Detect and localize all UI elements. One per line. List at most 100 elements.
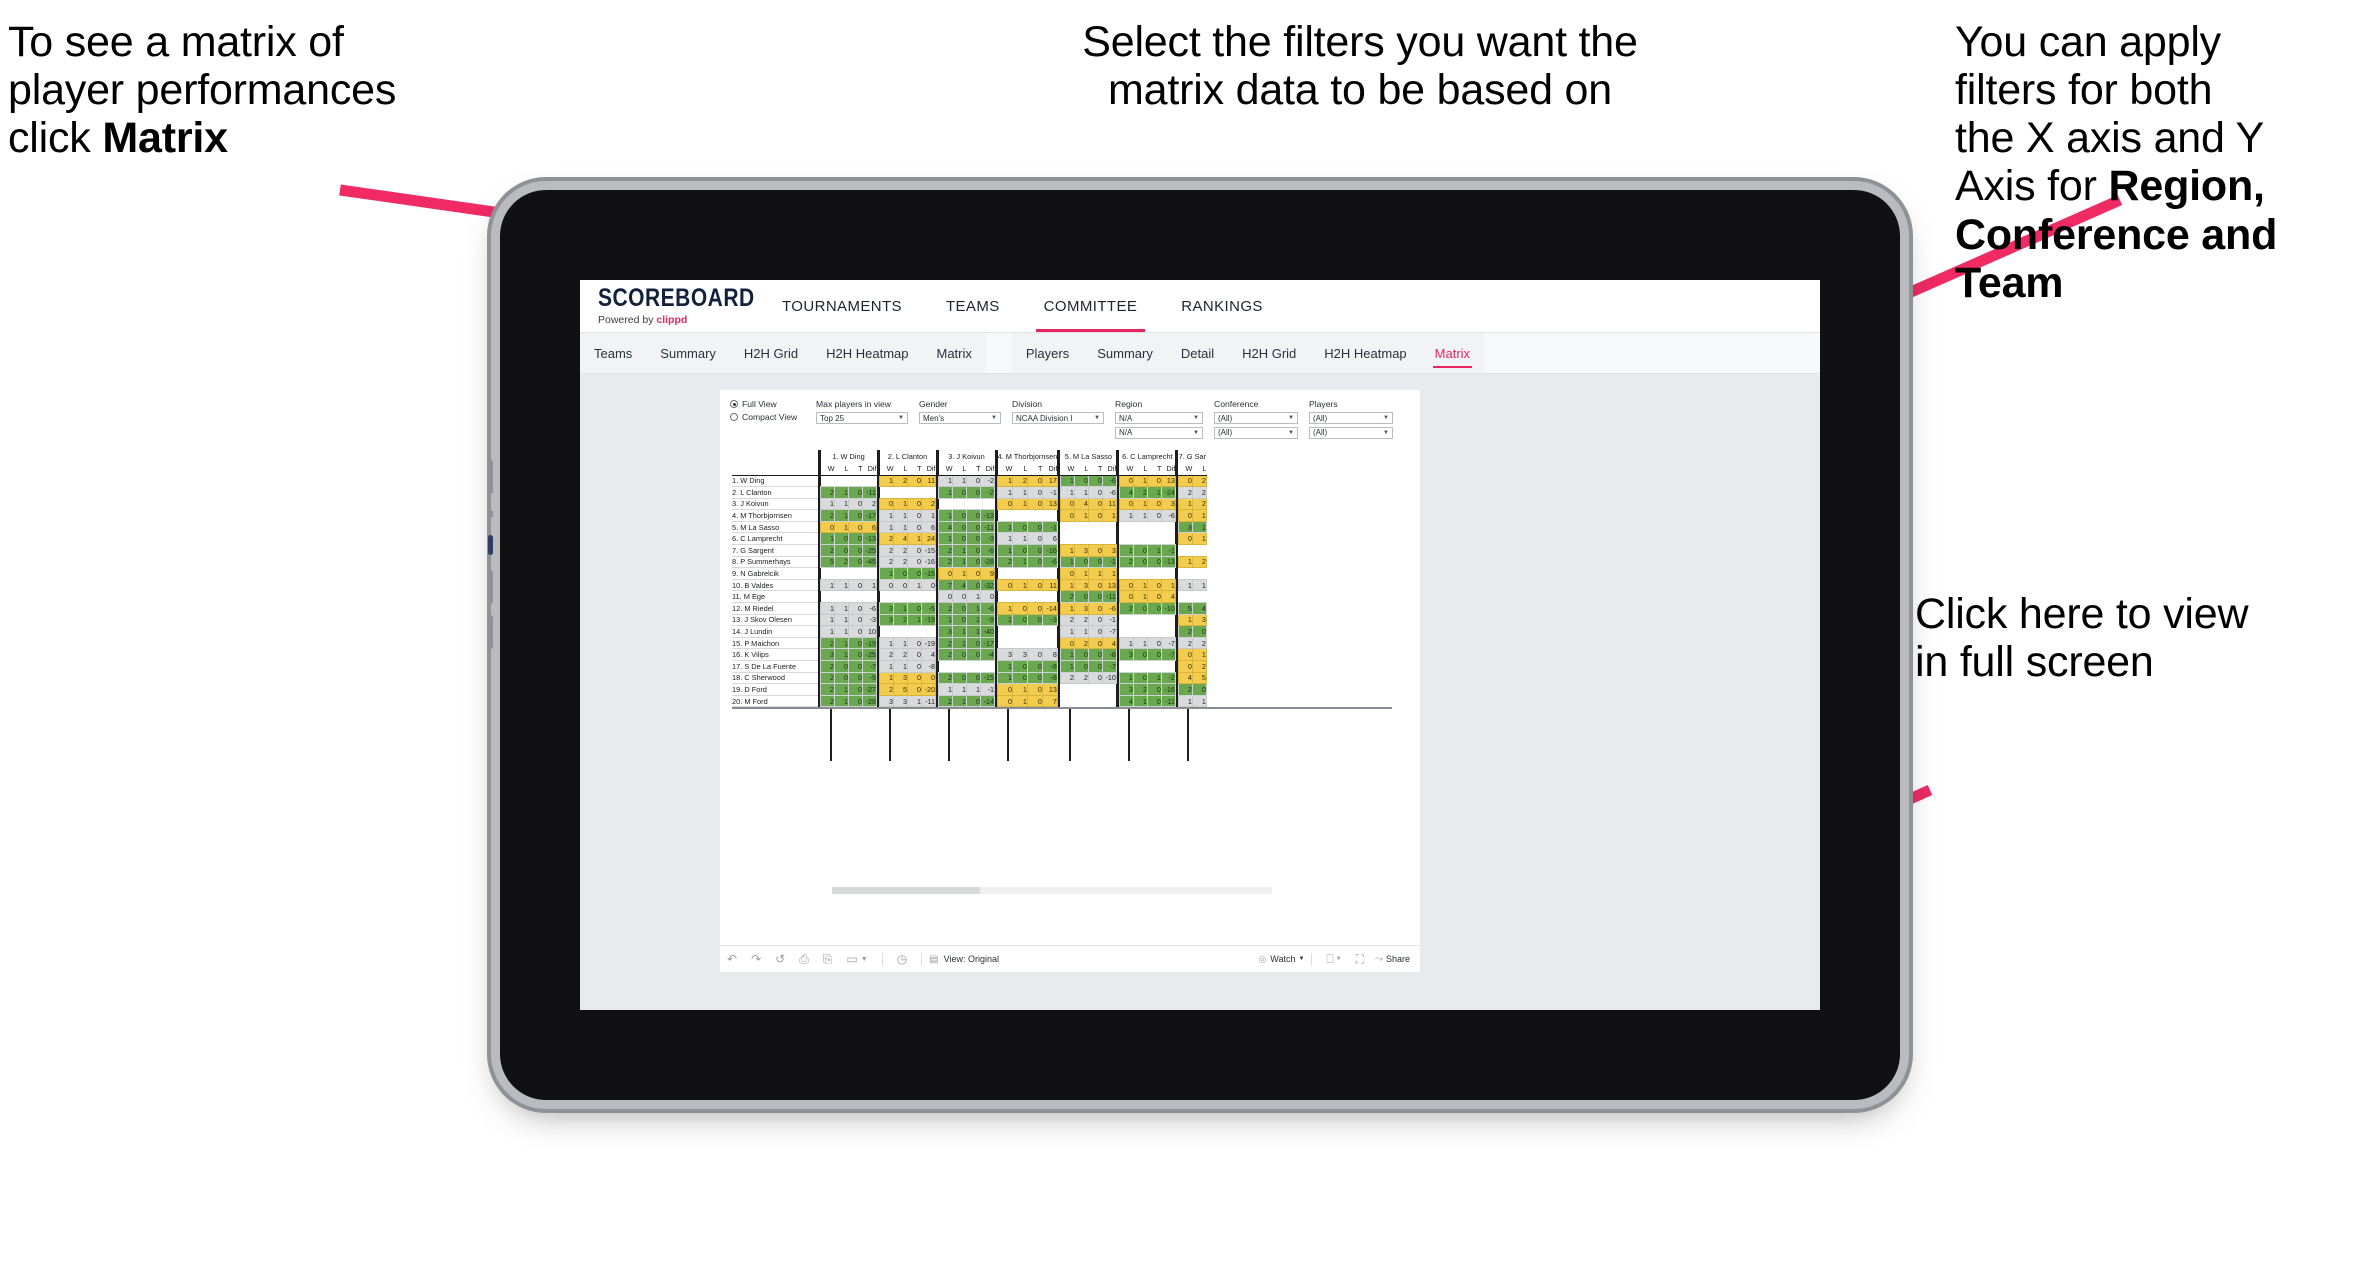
matrix-cell[interactable]: 1: [879, 474, 894, 488]
matrix-cell[interactable]: 6: [921, 520, 936, 534]
matrix-cell[interactable]: 3: [1160, 497, 1176, 511]
matrix-cell[interactable]: 17: [1041, 474, 1058, 488]
matrix-row-label[interactable]: 11. M Ege: [732, 590, 818, 604]
matrix-cell[interactable]: 2: [938, 602, 953, 615]
matrix-cell[interactable]: 1: [820, 578, 835, 592]
matrix-cell[interactable]: -6: [1101, 474, 1117, 488]
full-screen-icon[interactable]: ⛶: [1356, 952, 1364, 967]
matrix-cell[interactable]: 0: [907, 602, 922, 615]
matrix-cell[interactable]: [1133, 521, 1148, 533]
matrix-cell[interactable]: -6: [1101, 486, 1117, 499]
matrix-cell[interactable]: 0: [848, 671, 863, 685]
matrix-cell[interactable]: 3: [1073, 602, 1089, 615]
matrix-cell[interactable]: 24: [921, 532, 936, 546]
matrix-cell[interactable]: 0: [1073, 648, 1089, 661]
matrix-cell[interactable]: [1042, 625, 1058, 638]
matrix-cell[interactable]: 1: [1146, 486, 1162, 499]
matrix-cell[interactable]: 0: [1026, 532, 1043, 546]
matrix-cell[interactable]: 1: [893, 520, 908, 534]
matrix-cell[interactable]: 0: [848, 544, 863, 557]
matrix-cell[interactable]: [907, 625, 922, 638]
matrix-cell[interactable]: 0: [1087, 648, 1103, 661]
matrix-cell[interactable]: 2: [1073, 636, 1089, 650]
matrix-cell[interactable]: 1: [1073, 625, 1089, 638]
matrix-column-header[interactable]: 1. W Ding: [821, 450, 877, 463]
matrix-cell[interactable]: 0: [1087, 671, 1103, 685]
matrix-row-label[interactable]: 15. P Maichon: [732, 637, 818, 650]
matrix-row[interactable]: 15. P Maichon 2 1 0 -19 1 1 0 -19 2 1 0 -17 0 2 0 4 1 1 0 -7…: [732, 636, 1207, 650]
matrix-cell[interactable]: -13: [862, 532, 877, 546]
matrix-cell[interactable]: [1042, 637, 1058, 649]
matrix-cell[interactable]: 0: [1132, 555, 1148, 569]
subtab-players-summary[interactable]: Summary: [1083, 333, 1167, 373]
matrix-cell[interactable]: [893, 625, 908, 638]
matrix-cell[interactable]: [1088, 532, 1103, 545]
matrix-cell[interactable]: [907, 590, 922, 603]
matrix-cell[interactable]: [1042, 509, 1058, 522]
matrix-cell[interactable]: 0: [952, 602, 967, 615]
matrix-cell[interactable]: 0: [966, 544, 981, 557]
matrix-cell[interactable]: 3: [1118, 648, 1134, 661]
matrix-cell[interactable]: [938, 660, 953, 673]
matrix-cell[interactable]: 11: [1041, 578, 1058, 592]
matrix-cell[interactable]: 0: [966, 648, 981, 661]
filter-division-select[interactable]: NCAA Division I ▼: [1012, 412, 1104, 424]
matrix-cell[interactable]: 5: [1191, 671, 1207, 685]
matrix-row-label[interactable]: 1. W Ding: [732, 475, 818, 488]
chevron-down-icon[interactable]: ▼: [1336, 956, 1342, 962]
matrix-cell[interactable]: [1161, 532, 1176, 545]
matrix-cell[interactable]: -6: [980, 544, 995, 557]
matrix-cell[interactable]: 1: [1118, 636, 1134, 650]
matrix-cell[interactable]: 2: [879, 683, 894, 696]
matrix-cell[interactable]: 2: [1177, 636, 1193, 650]
matrix-column-header[interactable]: 7. G Sar: [1178, 450, 1207, 463]
matrix-cell[interactable]: 1: [997, 486, 1013, 499]
matrix-row[interactable]: 5. M La Sasso 0 1 0 6 1 1 0 6 4 0 0 -11 1 0 0 -1 3 1: [732, 520, 1207, 534]
matrix-cell[interactable]: 9: [980, 567, 995, 580]
redo-icon[interactable]: ↷: [751, 952, 761, 966]
matrix-cell[interactable]: 0: [1026, 694, 1043, 708]
matrix-cell[interactable]: 1: [1118, 544, 1134, 557]
matrix-cell[interactable]: 0: [834, 660, 849, 673]
matrix-row[interactable]: 11. M Ege 0 0 1 0 2 0 0 -11 0 1 0 4: [732, 590, 1207, 604]
matrix-cell[interactable]: 0: [1087, 602, 1103, 615]
matrix-cell[interactable]: 1: [879, 636, 894, 650]
matrix-cell[interactable]: 2: [820, 694, 835, 708]
matrix-row[interactable]: 20. M Ford 2 1 0 -28 3 3 1 -11 2 1 0 -14 0 1 0 7 4 1 0 -11 1 1: [732, 694, 1207, 708]
matrix-cell[interactable]: [1119, 567, 1134, 580]
matrix-cell[interactable]: [1027, 590, 1043, 603]
nav-tab-tournaments[interactable]: TOURNAMENTS: [760, 280, 924, 332]
matrix-cell[interactable]: 1: [997, 613, 1013, 627]
subtab-players-h2h-heatmap[interactable]: H2H Heatmap: [1310, 333, 1420, 373]
matrix-cell[interactable]: -8: [1041, 671, 1058, 685]
matrix-row[interactable]: 6. C Lamprecht 1 0 0 -13 2 4 1 24 1 0 0 -3 1 1 0 6 0 1: [732, 532, 1207, 546]
matrix-cell[interactable]: 1: [1132, 509, 1148, 522]
matrix-cell[interactable]: [1042, 590, 1058, 603]
matrix-cell[interactable]: [1133, 614, 1148, 626]
matrix-cell[interactable]: 0: [848, 694, 863, 708]
matrix-cell[interactable]: 0: [848, 555, 863, 569]
matrix-cell[interactable]: 0: [1026, 474, 1043, 488]
matrix-cell[interactable]: [980, 660, 995, 673]
matrix-row[interactable]: 4. M Thorbjornsen 2 1 0 -17 1 1 0 1 1 0 0 -13 0 1 0 1 1 1 0…: [732, 509, 1207, 522]
matrix-row-label[interactable]: 7. G Sargent: [732, 544, 818, 557]
matrix-cell[interactable]: -20: [921, 683, 936, 696]
filter-region-x-select[interactable]: N/A ▼: [1115, 412, 1203, 424]
matrix-cell[interactable]: 1: [862, 578, 877, 592]
matrix-cell[interactable]: 0: [1026, 578, 1043, 592]
matrix-cell[interactable]: 1: [834, 613, 849, 627]
matrix-cell[interactable]: 1: [966, 590, 981, 604]
matrix-cell[interactable]: 1: [1177, 497, 1193, 511]
subtab-teams-summary[interactable]: Summary: [646, 333, 730, 373]
subtab-teams[interactable]: Teams: [580, 333, 646, 373]
matrix-cell[interactable]: 0: [1146, 683, 1162, 696]
matrix-cell[interactable]: 1: [1059, 544, 1075, 557]
dropdown-caret-icon[interactable]: ▼: [861, 956, 868, 963]
matrix-cell[interactable]: 4: [952, 578, 967, 592]
matrix-cell[interactable]: 1: [1160, 578, 1176, 592]
matrix-cell[interactable]: 0: [820, 520, 835, 534]
matrix-cell[interactable]: 0: [966, 671, 981, 685]
matrix-cell[interactable]: 0: [952, 648, 967, 661]
matrix-row-label[interactable]: 6. C Lamprecht: [732, 532, 818, 546]
matrix-cell[interactable]: -7: [1160, 636, 1176, 650]
